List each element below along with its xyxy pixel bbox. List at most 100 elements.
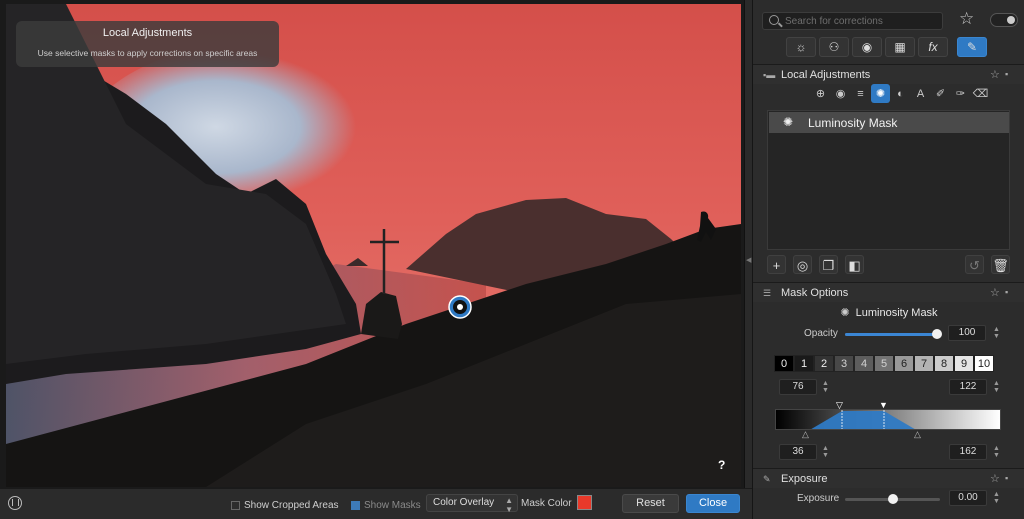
- show-masks-checkbox[interactable]: Show Masks: [351, 498, 421, 512]
- zone-5-button[interactable]: 5: [874, 355, 894, 372]
- toggle-visibility-icon[interactable]: ◎: [793, 255, 812, 274]
- exposure-header[interactable]: ✎ Exposure ☆ ▪: [753, 468, 1024, 488]
- outer-high-field[interactable]: 162: [949, 444, 987, 460]
- inner-high-field[interactable]: 122: [949, 379, 987, 395]
- inner-low-handle-icon[interactable]: ▽: [836, 400, 843, 411]
- outer-low-stepper-icon[interactable]: ▲ ▼: [822, 445, 829, 459]
- mask-item-name: Luminosity Mask: [808, 116, 898, 130]
- section-info-icon[interactable]: ▪: [1005, 287, 1008, 297]
- overlay-mode-value: Color Overlay: [433, 497, 495, 508]
- color-mask-tool-icon[interactable]: ◐: [891, 84, 910, 103]
- show-cropped-areas-label: Show Cropped Areas: [244, 499, 339, 511]
- mask-list[interactable]: ✺ Luminosity Mask: [767, 110, 1010, 250]
- app-logo-icon[interactable]: [8, 496, 22, 510]
- mask-pin-marker: [448, 295, 472, 319]
- zone-9-button[interactable]: 9: [954, 355, 974, 372]
- opacity-label: Opacity: [804, 328, 838, 339]
- mask-color-label: Mask Color: [521, 498, 572, 509]
- opacity-value-field[interactable]: 100: [948, 325, 986, 341]
- outer-low-handle-icon[interactable]: △: [802, 429, 809, 440]
- section-info-icon[interactable]: ▪: [1005, 473, 1008, 483]
- zone-4-button[interactable]: 4: [854, 355, 874, 372]
- inner-low-field[interactable]: 76: [779, 379, 817, 395]
- image-viewer[interactable]: Local Adjustments Use selective masks to…: [0, 0, 744, 488]
- zone-1-button[interactable]: 1: [794, 355, 814, 372]
- close-button[interactable]: Close: [686, 494, 740, 513]
- luminosity-range-gradient[interactable]: [775, 409, 1001, 430]
- favorites-star-icon[interactable]: ☆: [959, 9, 974, 29]
- brush-tool-icon[interactable]: ✐: [931, 84, 950, 103]
- section-favorite-star-icon[interactable]: ☆: [990, 286, 1000, 299]
- zone-3-button[interactable]: 3: [834, 355, 854, 372]
- section-toggle-icon[interactable]: ▪▬: [763, 70, 775, 80]
- search-input[interactable]: [785, 14, 935, 28]
- graduated-filter-tool-icon[interactable]: ≡: [851, 84, 870, 103]
- mask-options-icon: ☰: [763, 288, 772, 298]
- outer-low-field[interactable]: 36: [779, 444, 817, 460]
- mask-color-swatch[interactable]: [577, 495, 592, 510]
- control-point-tool-icon[interactable]: ⊕: [811, 84, 830, 103]
- zone-0-button[interactable]: 0: [774, 355, 794, 372]
- tab-effects-icon[interactable]: fx: [918, 37, 948, 57]
- delete-mask-icon[interactable]: 🗑: [991, 255, 1010, 274]
- inner-high-handle-icon[interactable]: ▼: [879, 400, 888, 410]
- exposure-slider-knob[interactable]: [887, 494, 898, 504]
- opacity-slider-knob[interactable]: [932, 329, 942, 339]
- auto-brush-tool-icon[interactable]: A: [911, 84, 930, 103]
- exposure-slider[interactable]: [845, 494, 940, 504]
- overlay-mode-select[interactable]: Color Overlay ▲ ▼: [426, 494, 518, 514]
- panel-toggle-switch[interactable]: [990, 13, 1018, 27]
- tab-light-icon[interactable]: ☼: [786, 37, 816, 57]
- zone-2-button[interactable]: 2: [814, 355, 834, 372]
- opacity-stepper-icon[interactable]: ▲ ▼: [993, 326, 1000, 340]
- zone-7-button[interactable]: 7: [914, 355, 934, 372]
- outer-high-handle-icon[interactable]: △: [914, 429, 921, 440]
- reset-button[interactable]: Reset: [622, 494, 679, 513]
- tab-geometry-icon[interactable]: ▦: [885, 37, 915, 57]
- inner-high-stepper-icon[interactable]: ▲ ▼: [993, 380, 1000, 394]
- reset-mask-icon[interactable]: ↺: [965, 255, 984, 274]
- palette-tabs: ☼ ⚇ ◉ ▦ fx ✎: [786, 37, 987, 59]
- duplicate-mask-icon[interactable]: ❐: [819, 255, 838, 274]
- select-arrows-icon: ▲ ▼: [505, 496, 513, 514]
- local-adjustments-header[interactable]: ▪▬ Local Adjustments ☆ ▪: [753, 64, 1024, 84]
- show-cropped-areas-checkbox[interactable]: Show Cropped Areas: [231, 498, 339, 512]
- opacity-slider[interactable]: [845, 329, 942, 339]
- section-favorite-star-icon[interactable]: ☆: [990, 68, 1000, 81]
- photo-canvas[interactable]: [6, 4, 741, 487]
- luminosity-mask-small-icon: ✺: [840, 307, 850, 319]
- tab-local-adjustments-icon[interactable]: ✎: [957, 37, 987, 57]
- exposure-label: Exposure: [797, 493, 840, 504]
- invert-mask-icon[interactable]: ◧: [845, 255, 864, 274]
- collapse-arrow-icon[interactable]: ◀: [746, 256, 751, 264]
- inner-low-stepper-icon[interactable]: ▲ ▼: [822, 380, 829, 394]
- exposure-stepper-icon[interactable]: ▲ ▼: [993, 491, 1000, 505]
- help-button[interactable]: ?: [718, 458, 725, 472]
- mask-options-name: Luminosity Mask: [855, 307, 938, 319]
- mask-options-header[interactable]: ☰ Mask Options ☆ ▪: [753, 282, 1024, 302]
- exposure-icon: ✎: [763, 474, 771, 484]
- zone-10-button[interactable]: 10: [974, 355, 994, 372]
- checkbox-box[interactable]: [231, 500, 240, 510]
- zone-8-button[interactable]: 8: [934, 355, 954, 372]
- eraser-tool-icon[interactable]: ⌫: [971, 84, 990, 103]
- section-favorite-star-icon[interactable]: ☆: [990, 472, 1000, 485]
- luminosity-mask-icon: ✺: [783, 115, 794, 129]
- corrections-panel: ☆ ☼ ⚇ ◉ ▦ fx ✎ ▪▬ Local Adjustments ☆ ▪ …: [752, 0, 1024, 519]
- luminosity-mask-tool-icon[interactable]: ✺: [871, 84, 890, 103]
- mask-options-title: Mask Options: [781, 287, 849, 299]
- exposure-value-field[interactable]: 0.00: [949, 490, 987, 506]
- add-mask-icon[interactable]: +: [767, 255, 786, 274]
- tab-detail-icon[interactable]: ◉: [852, 37, 882, 57]
- search-field[interactable]: [762, 12, 943, 30]
- outer-high-stepper-icon[interactable]: ▲ ▼: [993, 445, 1000, 459]
- section-info-icon[interactable]: ▪: [1005, 69, 1008, 79]
- brush-alt-tool-icon[interactable]: ✑: [951, 84, 970, 103]
- zone-6-button[interactable]: 6: [894, 355, 914, 372]
- control-line-tool-icon[interactable]: ◉: [831, 84, 850, 103]
- checkbox-box[interactable]: [351, 500, 360, 510]
- luminosity-range-curve: [811, 411, 915, 429]
- tab-color-icon[interactable]: ⚇: [819, 37, 849, 57]
- mask-list-item[interactable]: ✺ Luminosity Mask: [769, 112, 1009, 133]
- panel-splitter[interactable]: ◀: [744, 0, 752, 488]
